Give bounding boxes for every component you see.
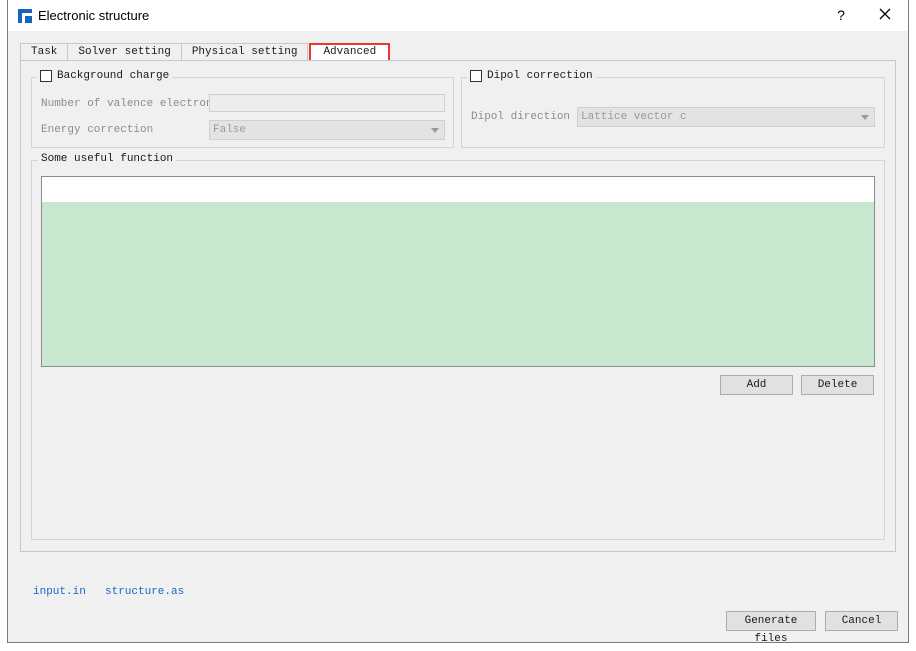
useful-function-title: Some useful function (41, 153, 174, 165)
structure-file-link[interactable]: structure.as (105, 586, 184, 598)
tab-bar: Task Solver setting Physical setting Adv… (20, 43, 391, 63)
delete-button[interactable]: Delete (801, 375, 874, 395)
valence-electrons-input[interactable] (209, 94, 445, 112)
list-item-selected[interactable] (42, 202, 874, 366)
energy-correction-value: False (213, 124, 247, 136)
energy-correction-label: Energy correction (41, 124, 154, 136)
dipol-direction-value: Lattice vector c (581, 111, 687, 123)
valence-electrons-label: Number of valence electrons (41, 98, 220, 110)
cancel-button[interactable]: Cancel (825, 611, 898, 631)
dipol-correction-group: Dipol correction Dipol direction Lattice… (461, 70, 885, 148)
generate-files-button[interactable]: Generate files (726, 611, 816, 645)
close-button[interactable] (872, 5, 898, 25)
add-button[interactable]: Add (720, 375, 793, 395)
background-charge-title: Background charge (57, 70, 170, 82)
help-button[interactable]: ? (830, 5, 852, 25)
dipol-direction-select[interactable]: Lattice vector c (577, 107, 875, 127)
background-charge-checkbox[interactable] (40, 70, 52, 82)
advanced-tab-pane: Background charge Number of valence elec… (20, 60, 896, 552)
dipol-correction-title: Dipol correction (487, 70, 593, 82)
close-icon (879, 8, 891, 20)
chevron-down-icon (431, 128, 439, 133)
chevron-down-icon (861, 115, 869, 120)
dipol-correction-checkbox[interactable] (470, 70, 482, 82)
dialog-window: Electronic structure ? Task Solver setti… (7, 0, 909, 645)
tab-solver-setting[interactable]: Solver setting (67, 43, 182, 60)
tab-task[interactable]: Task (20, 43, 69, 60)
dipol-direction-label: Dipol direction (471, 111, 571, 123)
energy-correction-select[interactable]: False (209, 120, 445, 140)
title-bar: Electronic structure ? (8, 0, 908, 31)
function-list[interactable] (41, 176, 875, 367)
tab-physical-setting[interactable]: Physical setting (180, 43, 309, 60)
input-file-link[interactable]: input.in (33, 586, 86, 598)
window-title: Electronic structure (38, 8, 150, 23)
app-logo-icon (18, 9, 32, 23)
background-charge-group: Background charge Number of valence elec… (31, 70, 454, 148)
